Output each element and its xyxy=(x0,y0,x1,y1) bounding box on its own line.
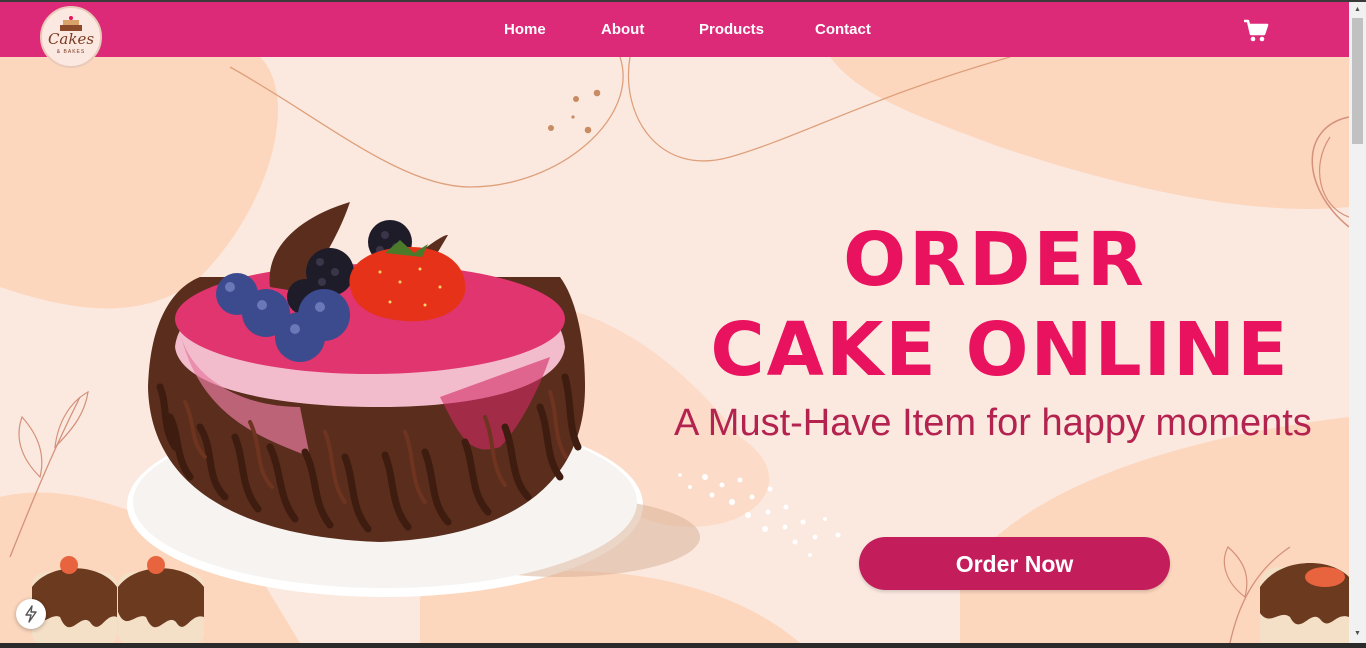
lightning-icon xyxy=(25,605,37,623)
scroll-down-arrow-icon[interactable]: ▼ xyxy=(1349,628,1366,640)
hero-banner: ORDER CAKE ONLINE A Must-Have Item for h… xyxy=(0,57,1349,643)
order-now-button[interactable]: Order Now xyxy=(859,537,1170,590)
navbar: Home About Products Contact xyxy=(0,2,1349,57)
nav-contact-link[interactable]: Contact xyxy=(815,21,871,38)
nav-links: Home About Products Contact xyxy=(0,2,1349,57)
hero-tagline: A Must-Have Item for happy moments xyxy=(674,402,1312,444)
nav-about-link[interactable]: About xyxy=(601,21,644,38)
window-bottom-border xyxy=(0,643,1366,648)
hero-title-line2: CAKE ONLINE xyxy=(710,307,1290,393)
floating-lightning-button[interactable] xyxy=(16,599,46,629)
shopping-cart-icon[interactable] xyxy=(1243,19,1269,43)
logo-subtext: & BAKES xyxy=(56,49,86,55)
vertical-scrollbar[interactable]: ▲ ▼ xyxy=(1349,2,1366,643)
brand-logo[interactable]: Cakes & BAKES xyxy=(40,6,102,68)
scroll-up-arrow-icon[interactable]: ▲ xyxy=(1349,4,1366,16)
logo-text: Cakes xyxy=(47,30,95,48)
scrollbar-thumb[interactable] xyxy=(1352,18,1363,144)
nav-home-link[interactable]: Home xyxy=(504,21,546,38)
nav-products-link[interactable]: Products xyxy=(699,21,764,38)
hero-title-line1: ORDER xyxy=(843,217,1147,303)
